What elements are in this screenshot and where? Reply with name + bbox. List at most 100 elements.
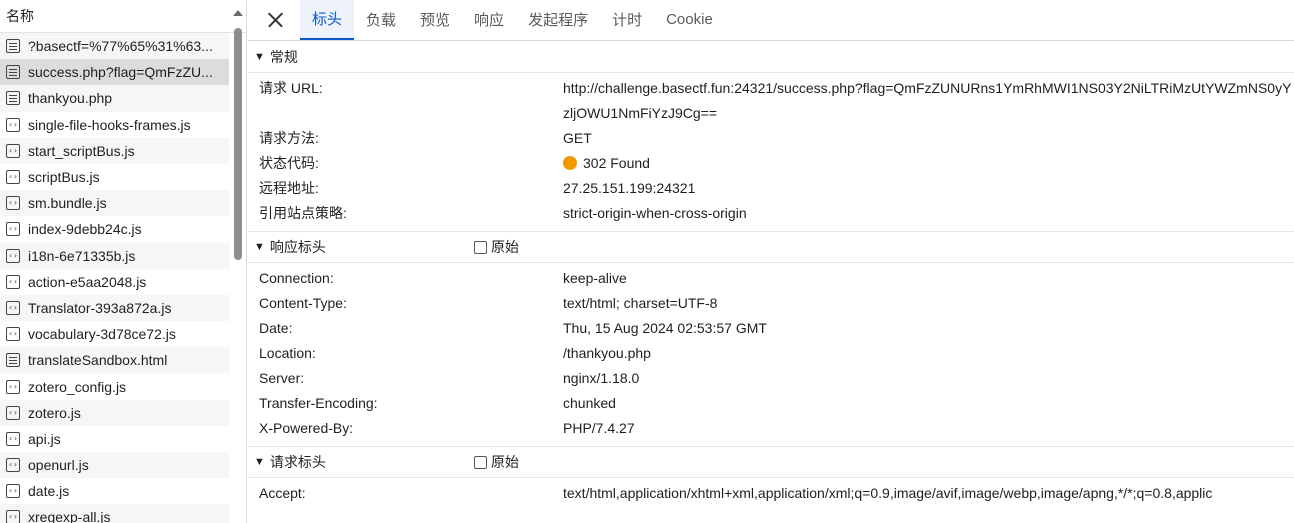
request-headers-title: 请求标头 xyxy=(269,454,326,470)
collapse-triangle-icon[interactable]: ▼ xyxy=(254,456,265,468)
request-row[interactable]: ‹› index-9debb24c.js xyxy=(0,216,229,242)
response-raw-toggle[interactable]: 原始 xyxy=(474,237,519,257)
tab-5[interactable]: 计时 xyxy=(600,0,654,40)
header-key: 状态代码: xyxy=(259,155,319,171)
header-key: Date: xyxy=(259,320,293,336)
request-name: api.js xyxy=(28,430,61,447)
script-icon: ‹› xyxy=(6,458,20,473)
header-key: 引用站点策略: xyxy=(259,205,347,221)
request-row[interactable]: ‹› zotero_config.js xyxy=(0,373,229,399)
header-value-container: GET xyxy=(563,126,592,151)
header-value: /thankyou.php xyxy=(563,345,651,361)
request-list-scrollbar[interactable] xyxy=(232,6,244,523)
request-row[interactable]: ‹› sm.bundle.js xyxy=(0,190,229,217)
request-row[interactable]: ‹› i18n-6e71335b.js xyxy=(0,242,229,269)
raw-label: 原始 xyxy=(491,239,519,255)
header-value: 302 Found xyxy=(583,155,650,171)
request-name: openurl.js xyxy=(28,457,89,474)
request-row[interactable]: ‹› start_scriptBus.js xyxy=(0,137,229,164)
request-row[interactable]: ‹› openurl.js xyxy=(0,452,229,479)
request-row[interactable]: ‹› api.js xyxy=(0,426,229,452)
header-row: 状态代码: 302 Found xyxy=(248,151,1294,176)
raw-checkbox[interactable] xyxy=(474,240,487,254)
tab-1[interactable]: 负载 xyxy=(354,0,408,40)
script-icon: ‹› xyxy=(6,117,20,132)
header-key: 请求方法: xyxy=(259,130,319,146)
request-row[interactable]: ?basectf=%77%65%31%63... xyxy=(0,33,229,60)
request-headers-body: Accept: text/html,application/xhtml+xml,a… xyxy=(248,478,1294,511)
scroll-up-arrow-icon[interactable] xyxy=(233,10,243,16)
script-icon: ‹› xyxy=(6,405,20,420)
script-icon: ‹› xyxy=(6,431,20,446)
header-value-container: text/html,application/xhtml+xml,applicat… xyxy=(563,481,1212,506)
header-value-container: http://challenge.basectf.fun:24321/succe… xyxy=(563,76,1293,126)
request-row[interactable]: success.php?flag=QmFzZU... xyxy=(0,59,229,86)
response-headers-section-header[interactable]: ▼ 响应标头 原始 xyxy=(248,231,1294,263)
script-icon: ‹› xyxy=(6,143,20,158)
script-icon: ‹› xyxy=(6,274,20,289)
header-value-container: 27.25.151.199:24321 xyxy=(563,176,695,201)
header-value: 27.25.151.199:24321 xyxy=(563,180,696,196)
header-key: 请求 URL: xyxy=(259,80,323,96)
request-name: zotero_config.js xyxy=(28,378,127,395)
header-value: text/html; charset=UTF-8 xyxy=(563,295,718,311)
request-row[interactable]: ‹› Translator-393a872a.js xyxy=(0,294,229,322)
request-headers-section-header[interactable]: ▼ 请求标头 原始 xyxy=(248,446,1294,478)
header-key: Connection: xyxy=(259,270,334,286)
request-name: scriptBus.js xyxy=(28,169,100,186)
header-row: Server: nginx/1.18.0 xyxy=(248,366,1294,391)
tab-0[interactable]: 标头 xyxy=(300,0,355,40)
tab-3[interactable]: 响应 xyxy=(462,0,516,40)
document-icon xyxy=(6,39,20,54)
header-value-container: text/html; charset=UTF-8 xyxy=(563,291,717,316)
header-key: 远程地址: xyxy=(259,180,319,196)
name-column-header[interactable]: 名称 xyxy=(0,0,246,33)
general-section-header[interactable]: ▼ 常规 xyxy=(248,41,1294,73)
tab-4[interactable]: 发起程序 xyxy=(516,0,600,40)
tab-list: 标头 负载 预览 响应 发起程序 计时 Cookie xyxy=(300,0,725,40)
header-row: 远程地址: 27.25.151.199:24321 xyxy=(248,176,1294,201)
request-row[interactable]: thankyou.php xyxy=(0,85,229,112)
request-row[interactable]: ‹› zotero.js xyxy=(0,399,229,426)
scroll-thumb[interactable] xyxy=(234,28,242,260)
header-value-container: nginx/1.18.0 xyxy=(563,366,639,391)
request-raw-toggle[interactable]: 原始 xyxy=(474,452,519,472)
header-key: Location: xyxy=(259,345,316,361)
header-row: Content-Type: text/html; charset=UTF-8 xyxy=(248,291,1294,316)
header-value: strict-origin-when-cross-origin xyxy=(563,205,747,221)
header-value-container: keep-alive xyxy=(563,266,627,291)
header-row: Accept: text/html,application/xhtml+xml,a… xyxy=(248,481,1294,506)
general-section-body: 请求 URL: http://challenge.basectf.fun:2432… xyxy=(248,73,1294,231)
header-value: Thu, 15 Aug 2024 02:53:57 GMT xyxy=(563,320,767,336)
request-name: action-e5aa2048.js xyxy=(28,273,147,290)
details-tabbar: 标头 负载 预览 响应 发起程序 计时 Cookie xyxy=(248,0,1294,41)
header-row: 引用站点策略: strict-origin-when-cross-origin xyxy=(248,201,1294,226)
request-row[interactable]: ‹› action-e5aa2048.js xyxy=(0,269,229,295)
script-icon: ‹› xyxy=(6,248,20,263)
script-icon: ‹› xyxy=(6,196,20,211)
general-section-title: 常规 xyxy=(269,48,298,65)
close-icon[interactable] xyxy=(262,0,290,40)
collapse-triangle-icon[interactable]: ▼ xyxy=(254,241,265,253)
request-row[interactable]: ‹› xregexp-all.js xyxy=(0,504,229,523)
request-row[interactable]: ‹› vocabulary-3d78ce72.js xyxy=(0,321,229,347)
request-list: ?basectf=%77%65%31%63... success.php?flag… xyxy=(0,33,246,523)
request-row[interactable]: ‹› scriptBus.js xyxy=(0,164,229,190)
request-name: thankyou.php xyxy=(28,90,113,107)
header-value: text/html,application/xhtml+xml,applicat… xyxy=(563,485,1213,501)
request-name: success.php?flag=QmFzZU... xyxy=(28,64,213,81)
request-name: sm.bundle.js xyxy=(28,195,107,212)
document-icon xyxy=(6,65,20,80)
request-name: translateSandbox.html xyxy=(28,352,168,369)
request-row[interactable]: ‹› single-file-hooks-frames.js xyxy=(0,112,229,138)
header-value-container: Thu, 15 Aug 2024 02:53:57 GMT xyxy=(563,316,767,341)
request-name: xregexp-all.js xyxy=(28,509,111,523)
collapse-triangle-icon[interactable]: ▼ xyxy=(254,51,265,63)
request-row[interactable]: translateSandbox.html xyxy=(0,347,229,374)
request-row[interactable]: ‹› date.js xyxy=(0,478,229,504)
tab-2[interactable]: 预览 xyxy=(408,0,462,40)
header-row: 请求 URL: http://challenge.basectf.fun:2432… xyxy=(248,76,1294,126)
tab-6[interactable]: Cookie xyxy=(654,0,725,40)
header-value: chunked xyxy=(563,395,616,411)
raw-checkbox[interactable] xyxy=(474,455,487,469)
